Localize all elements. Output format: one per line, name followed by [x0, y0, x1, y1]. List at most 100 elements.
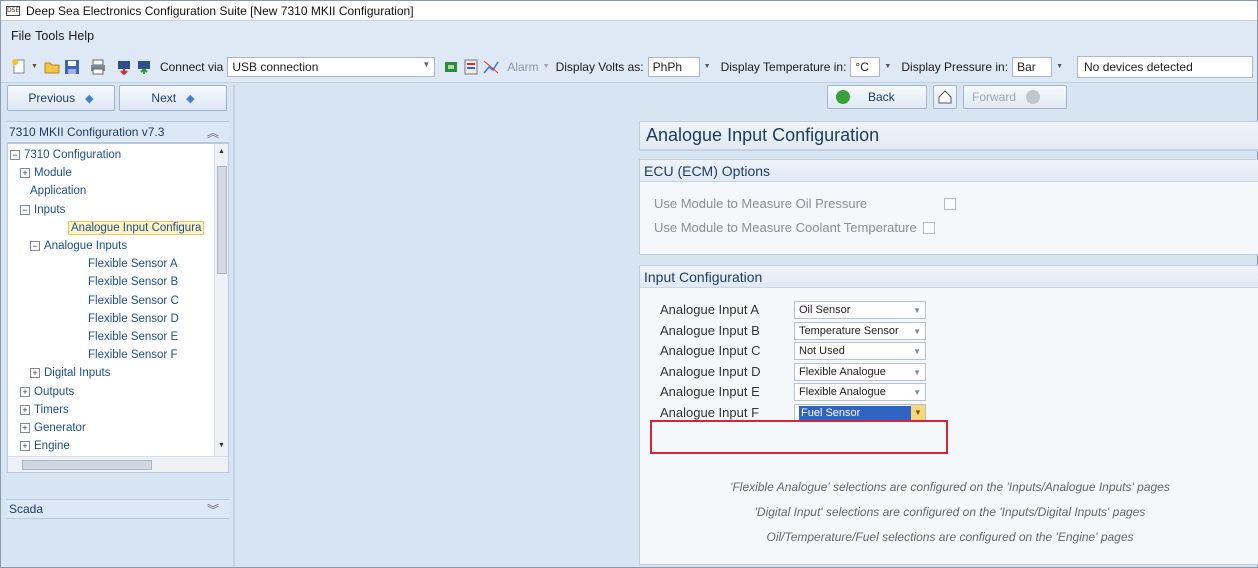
connection-select[interactable]: USB connection ▼ — [227, 56, 436, 77]
display-pressure-label: Display Pressure in: — [901, 59, 1009, 74]
tree-node-label: Outputs — [34, 385, 75, 398]
tree-node[interactable]: Flexible Sensor E — [88, 328, 178, 346]
tree-node[interactable]: Flexible Sensor F — [88, 346, 177, 364]
previous-button[interactable]: Previous ◆ — [7, 85, 115, 111]
tree-node[interactable]: Analogue Input Configura — [68, 219, 205, 237]
analogue-input-label: Analogue Input E — [660, 384, 760, 400]
analogue-input-select[interactable]: Flexible Analogue ▼ — [794, 362, 926, 381]
analogue-input-select[interactable]: Not Used ▼ — [794, 342, 926, 361]
alarm-dropdown-icon[interactable]: ▼ — [543, 63, 550, 70]
scada-icon[interactable] — [443, 59, 459, 75]
note-digital-input: 'Digital Input' selections are configure… — [754, 505, 1146, 519]
next-button[interactable]: Next ◆ — [119, 85, 227, 111]
forward-button[interactable]: Forward — [963, 85, 1067, 109]
print-icon[interactable] — [90, 59, 106, 75]
expand-double-chevron-icon[interactable]: ︾ — [207, 501, 219, 518]
coolant-temperature-label: Use Module to Measure Coolant Temperatur… — [654, 220, 917, 235]
expand-icon[interactable]: + — [20, 404, 30, 415]
tree-node[interactable]: + Digital Inputs — [30, 364, 110, 382]
pressure-chevron-icon[interactable]: ▼ — [1056, 63, 1063, 70]
toolbar: ▼ Connect via USB connection ▼ Alarm ▼ D… — [1, 51, 1257, 83]
expand-icon[interactable]: + — [20, 168, 30, 179]
upload-to-module-icon[interactable] — [116, 59, 132, 75]
tree-node[interactable]: − Analogue Inputs — [30, 237, 127, 255]
tree-node[interactable]: Flexible Sensor A — [88, 255, 178, 273]
menu-bar: File Tools Help — [1, 21, 1257, 51]
tree-node[interactable]: + Generator — [20, 419, 86, 437]
tree-node-label: Flexible Sensor C — [88, 294, 179, 307]
oil-pressure-checkbox[interactable] — [944, 197, 956, 210]
pressure-select[interactable]: Bar — [1012, 56, 1053, 77]
back-button[interactable]: Back — [827, 85, 927, 109]
analogue-input-select[interactable]: Oil Sensor ▼ — [794, 301, 926, 319]
h-scroll-thumb[interactable] — [22, 460, 152, 470]
tree-node[interactable]: − Inputs — [20, 201, 65, 219]
app-logo-icon: DSE — [6, 5, 20, 16]
tree-node-label: Flexible Sensor F — [88, 349, 178, 362]
menu-file[interactable]: File — [11, 29, 31, 43]
open-folder-icon[interactable] — [44, 59, 60, 75]
arrow-left-icon: ◆ — [85, 92, 94, 105]
chevron-down-icon[interactable]: ▼ — [913, 303, 921, 319]
tree-node[interactable]: + Outputs — [20, 383, 74, 401]
expand-icon[interactable]: + — [20, 441, 30, 452]
volts-select[interactable]: PhPh — [647, 56, 700, 77]
event-log-icon[interactable] — [463, 59, 479, 75]
collapse-double-chevron-icon[interactable]: ︽ — [207, 124, 219, 141]
tree-node-label: 7310 Configuration — [24, 149, 122, 161]
download-from-module-icon[interactable] — [136, 59, 152, 75]
pane-splitter[interactable] — [233, 85, 235, 567]
temperature-chevron-icon[interactable]: ▼ — [884, 63, 891, 70]
analogue-input-select[interactable]: Temperature Sensor ▼ — [794, 321, 926, 340]
new-file-dropdown-icon[interactable]: ▼ — [31, 63, 38, 70]
tree-node[interactable]: + Module — [20, 164, 72, 182]
save-icon[interactable] — [64, 59, 80, 75]
tree-horizontal-scrollbar[interactable] — [8, 456, 228, 472]
expand-icon[interactable]: + — [20, 422, 30, 433]
chevron-down-icon[interactable]: ▼ — [913, 385, 921, 401]
analogue-input-value: Not Used — [799, 345, 845, 358]
temperature-select[interactable]: °C — [850, 56, 881, 77]
analogue-input-label: Analogue Input A — [660, 302, 760, 317]
tree-node[interactable]: Flexible Sensor C — [88, 292, 179, 310]
new-file-icon[interactable] — [11, 58, 27, 75]
menu-tools[interactable]: Tools — [35, 29, 64, 43]
analogue-input-select[interactable]: Flexible Analogue ▼ — [794, 383, 926, 402]
tree-vertical-scrollbar[interactable]: ▲ ▼ — [214, 144, 228, 456]
forward-label: Forward — [972, 90, 1017, 104]
page-title: Analogue Input Configuration — [640, 122, 1258, 150]
tree-node[interactable]: −7310 Configuration — [10, 146, 121, 164]
previous-label: Previous — [28, 91, 76, 105]
scroll-down-icon[interactable]: ▼ — [218, 442, 225, 449]
coolant-temperature-checkbox[interactable] — [922, 221, 935, 234]
tree-node[interactable]: Flexible Sensor D — [88, 310, 179, 328]
analogue-input-value: Oil Sensor — [799, 304, 851, 316]
chevron-down-icon[interactable]: ▼ — [911, 405, 925, 421]
chart-icon[interactable] — [483, 59, 499, 75]
device-status: No devices detected — [1077, 55, 1254, 78]
collapse-icon[interactable]: − — [10, 149, 20, 160]
home-button[interactable] — [933, 85, 957, 109]
scada-header[interactable]: Scada ︾ — [7, 499, 229, 519]
forward-arrow-icon — [1026, 90, 1041, 104]
collapse-icon[interactable]: − — [20, 204, 30, 215]
expand-icon[interactable]: + — [30, 368, 40, 379]
volts-chevron-icon[interactable]: ▼ — [704, 63, 711, 70]
tree-node[interactable]: Flexible Sensor B — [88, 273, 178, 291]
tree-header[interactable]: 7310 MKII Configuration v7.3 ︽ — [7, 121, 229, 143]
chevron-down-icon[interactable]: ▼ — [913, 324, 921, 340]
chevron-down-icon[interactable]: ▼ — [913, 365, 921, 381]
scroll-up-icon[interactable]: ▲ — [218, 148, 225, 155]
expand-icon[interactable]: + — [20, 386, 30, 397]
tree-node-label: Flexible Sensor E — [88, 331, 179, 343]
menu-help[interactable]: Help — [68, 29, 94, 43]
alarm-button[interactable]: Alarm — [507, 60, 538, 74]
ecu-options-panel: ECU (ECM) Options Use Module to Measure … — [639, 159, 1258, 255]
collapse-icon[interactable]: − — [30, 240, 40, 251]
tree-node[interactable]: + Timers — [20, 401, 69, 419]
scroll-thumb[interactable] — [217, 166, 227, 274]
coolant-temperature-option: Use Module to Measure Coolant Temperatur… — [654, 220, 935, 235]
tree-node[interactable]: + Engine — [20, 437, 70, 455]
tree-node[interactable]: Application — [30, 182, 86, 200]
chevron-down-icon[interactable]: ▼ — [913, 344, 921, 360]
